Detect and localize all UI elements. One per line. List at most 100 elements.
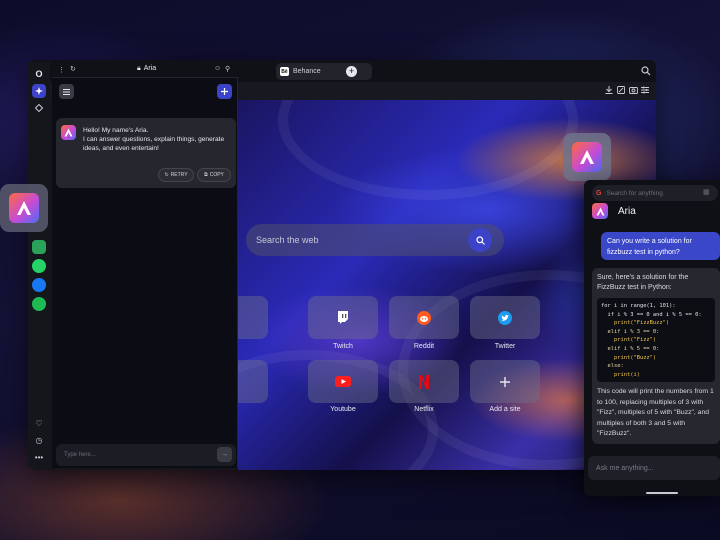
aria-a-icon [580, 150, 594, 164]
heart-icon[interactable]: ♡ [32, 416, 46, 430]
search-icon [475, 235, 485, 245]
aria-a-icon [596, 207, 604, 215]
tab-behance[interactable]: Bē Behance [276, 63, 372, 80]
aria-logo-icon [9, 193, 39, 223]
speed-dial-youtube[interactable] [308, 360, 378, 403]
web-search-input[interactable]: Search the web [246, 224, 504, 256]
phone-search-input[interactable]: G Search for anything [592, 185, 718, 201]
aria-app-tile [0, 184, 48, 232]
speed-dial-label: b [238, 406, 268, 413]
history-icon[interactable]: ◷ [32, 433, 46, 447]
code-line: print("FizzBuzz") [601, 320, 670, 327]
web-search-placeholder: Search the web [256, 235, 319, 245]
panel-address: 🔒︎ Aria [137, 65, 156, 73]
plus-icon [221, 88, 228, 95]
plus-icon [500, 376, 510, 387]
opera-logo-icon[interactable]: O [32, 67, 46, 81]
phone-chat-input[interactable]: Ask me anything... [588, 456, 720, 480]
google-icon: G [596, 189, 602, 197]
send-button[interactable]: → [217, 447, 232, 462]
aria-app-tile [563, 133, 611, 181]
speed-dial-label: Reddit [413, 343, 435, 350]
code-block: for i in range(1, 101): if i % 3 == 0 an… [597, 298, 715, 382]
netflix-icon [419, 374, 429, 389]
speed-dial-netflix[interactable] [389, 360, 459, 403]
aria-greeting-body: I can answer questions, explain things, … [83, 136, 225, 152]
panel-address-text: Aria [143, 65, 157, 72]
chat-history-button[interactable] [59, 84, 74, 99]
aria-logo-icon [61, 125, 76, 140]
spotify-icon[interactable] [32, 297, 46, 311]
diamond-shape-icon [35, 104, 43, 112]
tab-behance-label: Behance [293, 68, 321, 75]
speed-dial-reddit[interactable] [389, 296, 459, 339]
pin-icon[interactable]: ⚲ [225, 65, 230, 73]
aria-greeting-text: Hello! My name's Aria. I can answer ques… [83, 126, 233, 153]
web-search-button[interactable] [468, 228, 492, 252]
settings-sliders-icon[interactable] [641, 86, 649, 94]
copy-icon: ⧉ [204, 172, 208, 178]
code-line: print("Buzz") [601, 354, 657, 361]
aria-logo-icon [572, 142, 602, 172]
camera-icon[interactable] [629, 86, 638, 94]
messenger-icon[interactable] [32, 278, 46, 292]
phone-search-placeholder: Search for anything [606, 189, 663, 197]
speed-dial-label: m [238, 343, 268, 350]
speed-dial-partial[interactable] [238, 296, 268, 339]
speed-dial-label: Twitch [333, 343, 353, 350]
code-line: print("Fizz") [601, 337, 657, 344]
code-line: print(i) [601, 371, 640, 378]
lock-icon: 🔒︎ [137, 65, 141, 72]
speed-dial-twitch[interactable] [308, 296, 378, 339]
copy-button[interactable]: ⧉ COPY [197, 168, 231, 182]
whatsapp-business-icon[interactable] [32, 240, 46, 254]
aria-a-icon [64, 128, 73, 137]
phone-input-placeholder: Ask me anything... [596, 464, 654, 472]
bot-intro: Sure, here's a solution for the FizzBuzz… [597, 274, 689, 291]
hamburger-icon [63, 88, 70, 95]
speed-dial-partial[interactable] [238, 360, 268, 403]
home-indicator [646, 492, 678, 494]
panel-menu-icon[interactable]: ⋮ [58, 66, 65, 74]
more-icon[interactable]: ••• [32, 450, 46, 464]
user-message: Can you write a solution for fizzbuzz te… [601, 232, 720, 260]
aria-sidebar-icon[interactable] [32, 84, 46, 98]
qr-icon[interactable]: ▦ [703, 188, 710, 196]
code-line: elif i % 5 == 0: [601, 345, 660, 352]
send-arrow-icon: → [221, 451, 228, 458]
reddit-icon [417, 310, 431, 325]
whatsapp-icon[interactable] [32, 259, 46, 273]
twitter-icon [498, 310, 512, 325]
aria-logo-icon [592, 203, 608, 219]
copy-label: COPY [209, 172, 224, 178]
diamond-icon[interactable] [32, 101, 46, 115]
speed-dial-label: Netflix [414, 406, 434, 413]
retry-button[interactable]: ↻ RETRY [158, 168, 194, 182]
download-icon[interactable] [605, 86, 613, 94]
speed-dial-label: Twitter [494, 343, 516, 350]
code-line: if i % 3 == 0 and i % 5 == 0: [601, 311, 702, 318]
emoji-icon[interactable]: ☺ [214, 65, 221, 72]
aria-input-placeholder: Type here... [64, 452, 96, 458]
sparkle-icon [35, 87, 43, 95]
edit-icon[interactable] [617, 86, 625, 94]
reload-icon[interactable]: ↻ [70, 65, 76, 73]
aria-a-icon [17, 201, 31, 215]
twitch-icon [338, 311, 348, 324]
aria-chat-input[interactable]: Type here... [56, 444, 236, 466]
new-chat-button[interactable] [217, 84, 232, 99]
code-line: for i in range(1, 101): [601, 303, 676, 309]
speed-dial-label: Add a site [489, 406, 521, 413]
new-tab-button[interactable]: + [346, 66, 357, 77]
wallpaper-swirl [278, 100, 578, 200]
code-line: elif i % 3 == 0: [601, 328, 660, 335]
retry-label: RETRY [170, 172, 188, 178]
retry-icon: ↻ [164, 172, 169, 178]
behance-icon: Bē [280, 67, 289, 76]
add-site-button[interactable] [470, 360, 540, 403]
speed-dial-twitter[interactable] [470, 296, 540, 339]
search-tabs-icon[interactable] [641, 66, 651, 76]
speed-dial-label: Youtube [330, 406, 356, 413]
youtube-icon [335, 376, 351, 387]
bot-outro: This code will print the numbers from 1 … [597, 388, 714, 437]
